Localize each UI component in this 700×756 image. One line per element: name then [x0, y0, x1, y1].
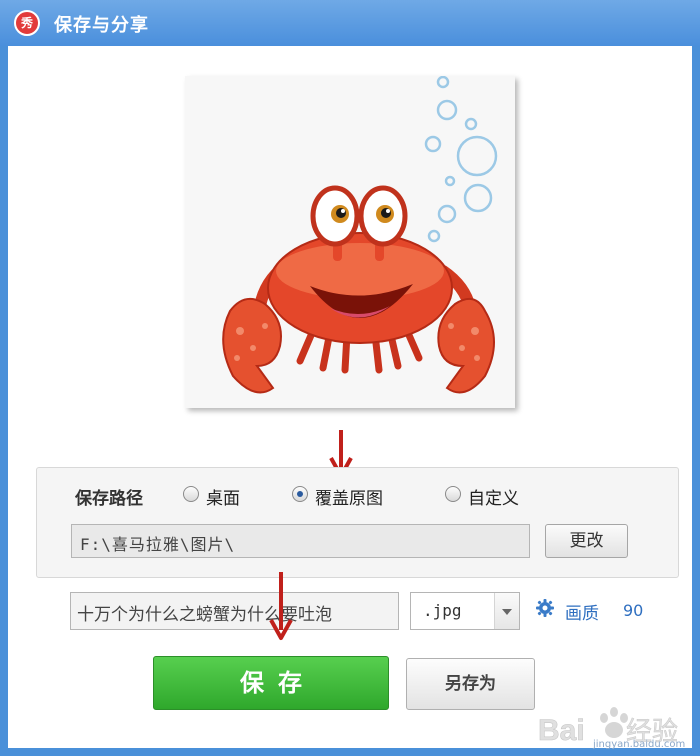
- change-path-button[interactable]: 更改: [545, 524, 628, 558]
- watermark-url: jingyan.baidu.com: [593, 739, 686, 750]
- gear-icon[interactable]: [535, 598, 555, 618]
- annotation-arrow-bottom: [269, 572, 293, 640]
- radio-button-selected[interactable]: [292, 486, 308, 502]
- quality-value: 90: [623, 601, 644, 620]
- radio-button[interactable]: [183, 486, 199, 502]
- svg-text:Bai: Bai: [538, 714, 585, 747]
- app-logo-icon: 秀: [14, 10, 40, 36]
- radio-button[interactable]: [445, 486, 461, 502]
- dialog-body: 保存路径 桌面 覆盖原图 自定义 F:\喜马拉雅\图片\ 更改 十万个为什么之螃…: [8, 46, 692, 748]
- image-preview: [185, 76, 515, 408]
- crab-illustration: [222, 76, 498, 394]
- file-name-field[interactable]: 十万个为什么之螃蟹为什么要吐泡: [70, 592, 399, 630]
- chevron-down-icon[interactable]: [494, 593, 519, 629]
- format-dropdown[interactable]: .jpg: [410, 592, 520, 630]
- radio-overwrite-label: 覆盖原图: [315, 489, 383, 509]
- radio-desktop-label: 桌面: [206, 489, 240, 509]
- save-path-field[interactable]: F:\喜马拉雅\图片\: [71, 524, 530, 558]
- save-as-button[interactable]: 另存为: [406, 658, 535, 710]
- save-path-panel: 保存路径 桌面 覆盖原图 自定义 F:\喜马拉雅\图片\ 更改: [36, 467, 679, 578]
- window-title: 保存与分享: [54, 15, 149, 36]
- format-value: .jpg: [423, 601, 462, 620]
- save-button[interactable]: 保存: [153, 656, 389, 710]
- save-path-label: 保存路径: [75, 489, 143, 509]
- radio-custom-label: 自定义: [468, 489, 519, 509]
- quality-link[interactable]: 画质: [565, 599, 599, 624]
- title-bar: 秀 保存与分享: [0, 0, 700, 46]
